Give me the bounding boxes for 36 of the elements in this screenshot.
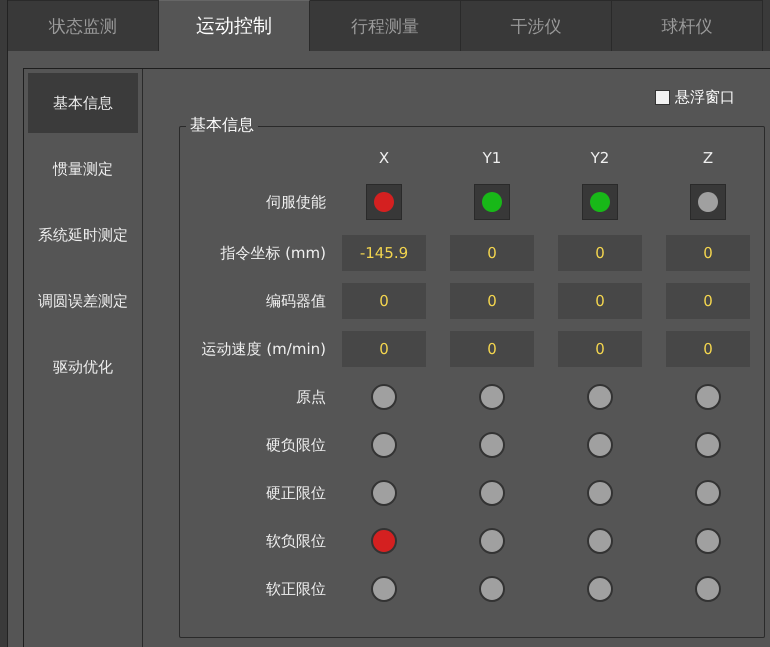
axis-label: Z: [702, 149, 714, 167]
axis-label: Y2: [590, 149, 610, 167]
tab[interactable]: 运动控制: [159, 0, 310, 51]
sidebar-item[interactable]: 惯量测定: [28, 139, 138, 199]
value-display: 0: [342, 331, 426, 367]
row-label: 原点: [296, 388, 326, 406]
row-label: 编码器值: [266, 292, 326, 310]
tab[interactable]: 干涉仪: [461, 0, 612, 51]
row-label: 伺服使能: [266, 192, 326, 212]
tab[interactable]: 行程测量: [310, 0, 461, 51]
value-display: -145.9: [342, 235, 426, 271]
value-display: 0: [342, 283, 426, 319]
value-display: 0: [666, 331, 750, 367]
axis-label: Y1: [482, 149, 502, 167]
value-display: 0: [450, 235, 534, 271]
row-label: 硬正限位: [266, 484, 326, 502]
value-display: 0: [666, 283, 750, 319]
value-display: 0: [558, 283, 642, 319]
sidebar-item[interactable]: 驱动优化: [28, 337, 138, 397]
sidebar-item[interactable]: 调圆误差测定: [28, 271, 138, 331]
row-label: 运动速度 (m/min): [202, 340, 326, 358]
row-label: 软正限位: [266, 580, 326, 598]
tab[interactable]: 状态监测: [8, 0, 159, 51]
value-display: 0: [450, 331, 534, 367]
value-display: 0: [558, 331, 642, 367]
value-display: 0: [450, 283, 534, 319]
row-label: 硬负限位: [266, 436, 326, 454]
axis-label: X: [378, 149, 390, 167]
float-window-checkbox[interactable]: 悬浮窗口: [655, 86, 735, 108]
tab[interactable]: 球杆仪: [612, 0, 763, 51]
row-label: 软负限位: [266, 532, 326, 550]
value-display: 0: [666, 235, 750, 271]
row-label: 指令坐标 (mm): [220, 244, 326, 262]
value-display: 0: [558, 235, 642, 271]
sidebar-item[interactable]: 基本信息: [28, 73, 138, 133]
sidebar-item[interactable]: 系统延时测定: [28, 205, 138, 265]
